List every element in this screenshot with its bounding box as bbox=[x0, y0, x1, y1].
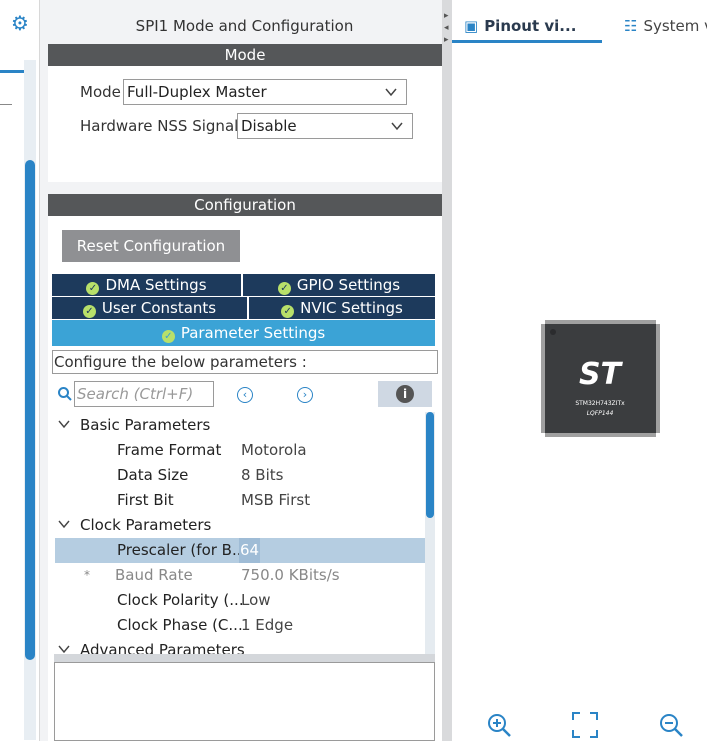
param-value: Low bbox=[241, 591, 271, 609]
tab-label: System v bbox=[643, 17, 707, 35]
search-input[interactable]: Search (Ctrl+F) bbox=[74, 381, 214, 407]
param-value: 1 Edge bbox=[241, 616, 294, 634]
parameter-tree: Basic Parameters Frame Format Motorola D… bbox=[52, 412, 430, 656]
configuration-section-header: Configuration bbox=[48, 194, 442, 216]
description-box bbox=[54, 662, 435, 741]
check-icon: ✓ bbox=[281, 305, 295, 318]
param-name: First Bit bbox=[117, 491, 174, 509]
group-label: Clock Parameters bbox=[80, 516, 212, 534]
tab-label: Parameter Settings bbox=[180, 324, 326, 342]
check-icon: ✓ bbox=[277, 282, 291, 295]
nss-select[interactable]: Disable bbox=[237, 113, 413, 139]
tab-dma-settings[interactable]: ✓ DMA Settings bbox=[52, 274, 241, 296]
param-value-input[interactable]: 64 bbox=[239, 538, 261, 563]
collapse-arrows-icon[interactable]: ▸ ◂ ▸ bbox=[444, 10, 450, 46]
check-icon: ✓ bbox=[82, 305, 96, 318]
reset-configuration-button[interactable]: Reset Configuration bbox=[62, 230, 240, 262]
svg-text:ST: ST bbox=[579, 357, 624, 392]
tab-gpio-settings[interactable]: ✓ GPIO Settings bbox=[243, 274, 435, 296]
mode-section-header: Mode bbox=[48, 44, 442, 66]
table-row[interactable]: Frame Format Motorola bbox=[52, 438, 422, 463]
mcu-chip[interactable]: ST STM32H743ZITx LQFP144 bbox=[541, 320, 660, 437]
zoom-out-icon[interactable] bbox=[658, 712, 684, 738]
chip-package: LQFP144 bbox=[587, 410, 614, 417]
nss-select-value: Disable bbox=[241, 117, 297, 135]
table-row[interactable]: Data Size 8 Bits bbox=[52, 463, 422, 488]
tab-label: NVIC Settings bbox=[300, 299, 403, 317]
table-row-selected[interactable]: Prescaler (for B... 64 bbox=[55, 538, 425, 563]
param-name: Prescaler (for B... bbox=[117, 541, 247, 559]
check-icon: ✓ bbox=[161, 330, 175, 343]
param-value: 8 Bits bbox=[241, 466, 284, 484]
previous-result-icon[interactable]: ‹ bbox=[237, 387, 253, 403]
param-name: Baud Rate bbox=[115, 566, 193, 584]
tree-scrollbar-thumb[interactable] bbox=[426, 412, 434, 518]
table-row[interactable]: First Bit MSB First bbox=[52, 488, 422, 513]
gear-icon[interactable]: ⚙ bbox=[9, 12, 31, 34]
fit-to-screen-icon[interactable] bbox=[572, 712, 598, 738]
table-row[interactable]: * Baud Rate 750.0 KBits/s bbox=[52, 563, 422, 588]
table-row[interactable]: Clock Phase (C... 1 Edge bbox=[52, 613, 422, 638]
chevron-down-icon bbox=[58, 513, 70, 538]
tab-label: User Constants bbox=[101, 299, 217, 317]
tab-nvic-settings[interactable]: ✓ NVIC Settings bbox=[249, 297, 435, 319]
check-icon: ✓ bbox=[86, 282, 100, 295]
nss-label: Hardware NSS Signal bbox=[80, 117, 239, 135]
param-name: Clock Polarity (... bbox=[117, 591, 244, 609]
tab-label: Pinout vi... bbox=[484, 17, 577, 35]
param-value: MSB First bbox=[241, 491, 311, 509]
info-icon: i bbox=[396, 385, 414, 403]
active-tab-indicator bbox=[452, 40, 602, 43]
param-name: Frame Format bbox=[117, 441, 222, 459]
chevron-down-icon bbox=[384, 84, 398, 98]
tab-user-constants[interactable]: ✓ User Constants bbox=[52, 297, 247, 319]
chip-icon: ▣ bbox=[464, 17, 479, 35]
tree-group-basic[interactable]: Basic Parameters bbox=[52, 413, 422, 438]
readonly-marker: * bbox=[84, 568, 90, 582]
zoom-in-icon[interactable] bbox=[486, 712, 512, 738]
tab-label: GPIO Settings bbox=[296, 276, 401, 294]
left-panel-divider bbox=[0, 104, 12, 105]
panel-splitter[interactable] bbox=[442, 0, 452, 741]
tree-group-clock[interactable]: Clock Parameters bbox=[52, 513, 422, 538]
table-row[interactable]: Clock Polarity (... Low bbox=[52, 588, 422, 613]
left-scrollbar-thumb[interactable] bbox=[25, 160, 35, 660]
tab-parameter-settings[interactable]: ✓ Parameter Settings bbox=[52, 320, 435, 346]
horizontal-scrollbar[interactable] bbox=[54, 654, 435, 662]
mode-label: Mode bbox=[80, 83, 121, 101]
chip-name: STM32H743ZITx bbox=[575, 400, 625, 407]
tab-system-view[interactable]: ☷ System v bbox=[624, 12, 707, 40]
next-result-icon[interactable]: › bbox=[297, 387, 313, 403]
mode-select[interactable]: Full-Duplex Master bbox=[123, 79, 407, 105]
tab-pinout-view[interactable]: ▣ Pinout vi... bbox=[464, 12, 600, 40]
mode-select-value: Full-Duplex Master bbox=[127, 83, 267, 101]
list-icon: ☷ bbox=[624, 17, 638, 35]
chevron-down-icon bbox=[390, 118, 404, 132]
param-name: Clock Phase (C... bbox=[117, 616, 243, 634]
param-value: 750.0 KBits/s bbox=[241, 566, 340, 584]
chevron-down-icon bbox=[58, 413, 70, 438]
param-name: Data Size bbox=[117, 466, 189, 484]
panel-title: SPI1 Mode and Configuration bbox=[135, 17, 354, 35]
group-label: Basic Parameters bbox=[80, 416, 211, 434]
param-value: Motorola bbox=[241, 441, 307, 459]
search-icon bbox=[57, 386, 73, 402]
configure-parameters-label: Configure the below parameters : bbox=[52, 350, 438, 374]
tab-label: DMA Settings bbox=[105, 276, 207, 294]
